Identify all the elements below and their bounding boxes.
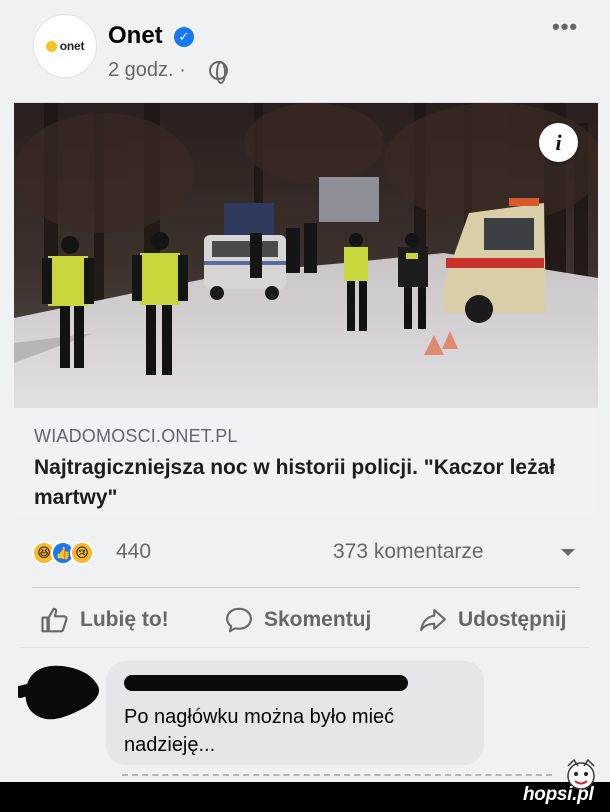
reactions-summary[interactable]: 😆 👍 😢 440 373 komentarze [32,540,578,568]
redacted-avatar[interactable] [18,660,104,724]
info-icon[interactable]: i [539,123,578,162]
avatar-logo-text: onet [59,39,85,53]
redacted-comment-author [124,675,408,691]
comment-bubble-icon [226,607,252,633]
share-label: Udostępnij [458,608,567,631]
verified-badge-icon: ✓ [174,27,194,47]
post-header: onet Onet ✓ 2 godz. · ••• [0,0,610,100]
like-button[interactable]: Lubię to! [40,603,169,637]
watermark-bar [0,782,610,812]
comment-button[interactable]: Skomentuj [224,603,371,637]
link-title[interactable]: Najtragiczniejsza noc w historii policji… [34,453,574,513]
more-options-button[interactable]: ••• [552,14,578,40]
page-avatar[interactable]: onet [33,14,97,78]
link-preview-card[interactable]: i WIADOMOSCI.ONET.PL Najtragiczniejsza n… [14,102,598,518]
thumbs-up-icon [41,607,68,633]
divider [32,587,580,588]
divider [20,647,590,648]
onet-logo-dot [45,40,57,52]
share-arrow-icon [420,608,446,632]
post-timestamp[interactable]: 2 godz. · [108,59,186,82]
comment-count[interactable]: 373 komentarze [333,540,484,564]
like-label: Lubię to! [80,608,169,631]
comment-label: Skomentuj [264,608,372,631]
share-button[interactable]: Udostępnij [418,603,567,637]
article-photo[interactable]: i [14,103,598,408]
globe-icon [209,61,228,84]
watermark-text: hopsi.pl [523,784,594,805]
chevron-down-icon[interactable] [561,549,575,556]
comment-text: Po nagłówku można było mieć nadzieję... [124,706,395,756]
comment-bubble[interactable]: Po nagłówku można było mieć nadzieję... [106,661,484,765]
page-name[interactable]: Onet [108,22,163,50]
link-domain: WIADOMOSCI.ONET.PL [34,426,238,446]
reaction-count[interactable]: 440 [116,540,151,564]
sad-reaction-icon: 😢 [70,541,94,565]
